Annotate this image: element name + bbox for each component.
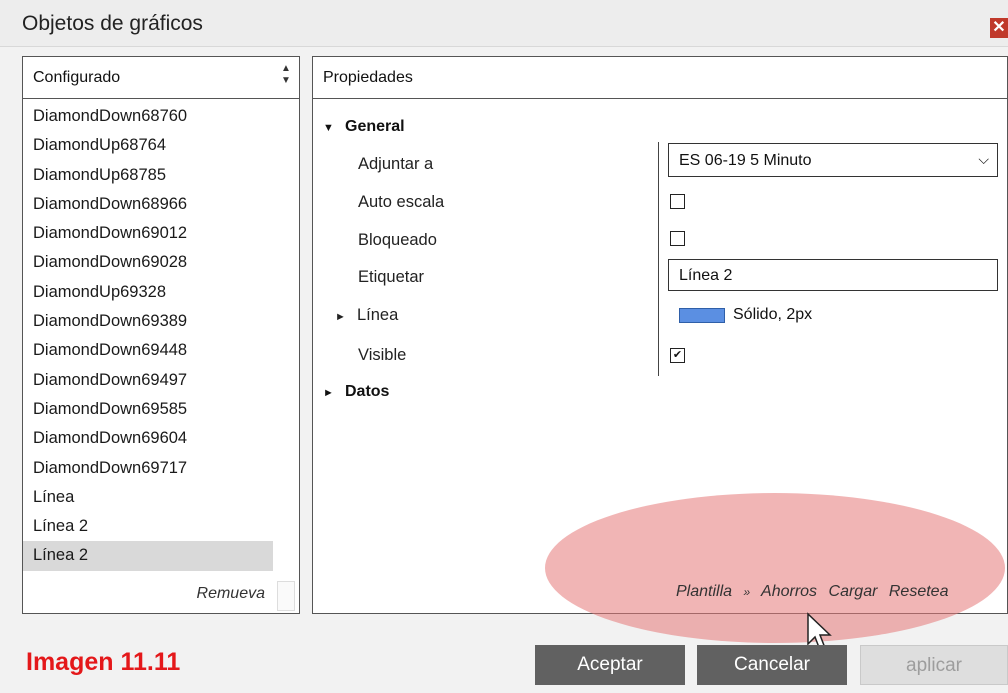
tag-label: Etiquetar (358, 268, 425, 286)
cancel-button[interactable]: Cancelar (697, 645, 847, 685)
locked-checkbox[interactable] (670, 231, 685, 246)
configured-list: DiamondDown68760 DiamondUp68764 DiamondUp6… (23, 102, 273, 571)
list-item[interactable]: Línea 2 (23, 512, 273, 541)
triangle-right-icon: ► (323, 387, 334, 399)
template-links: Plantilla » Ahorros Cargar Resetea (676, 583, 955, 601)
configured-header-label: Configurado (33, 69, 121, 86)
template-save-link[interactable]: Ahorros (761, 583, 817, 600)
figure-caption: Imagen 11.11 (26, 648, 181, 676)
line-color-swatch[interactable] (679, 308, 725, 323)
close-icon[interactable]: ✕ (990, 18, 1008, 38)
highlight-ellipse (545, 493, 1005, 643)
template-load-link[interactable]: Cargar (829, 583, 878, 600)
properties-header: Propiedades (313, 57, 1007, 99)
list-item[interactable]: DiamondDown69585 (23, 395, 273, 424)
chevron-down-icon: ⌵ (978, 151, 989, 167)
sort-arrows-icon[interactable]: ▲ ▼ (281, 63, 291, 91)
triangle-down-icon: ▼ (323, 122, 334, 134)
title-bar: Objetos de gráficos ✕ (0, 0, 1008, 47)
list-item[interactable]: Línea (23, 483, 273, 512)
property-divider (658, 142, 659, 376)
general-section-label: General (345, 118, 405, 135)
remove-scroll-stub (277, 581, 295, 611)
line-expander[interactable]: ► Línea (335, 306, 398, 325)
list-item[interactable]: DiamondDown69012 (23, 219, 273, 248)
tag-input[interactable]: Línea 2 (668, 259, 998, 291)
configured-header[interactable]: Configurado ▲ ▼ (23, 57, 299, 99)
list-item[interactable]: Línea 2 (23, 541, 273, 571)
list-item[interactable]: DiamondDown69028 (23, 248, 273, 277)
apply-button[interactable]: aplicar (860, 645, 1008, 685)
remove-button[interactable]: Remueva (197, 585, 265, 603)
attach-label: Adjuntar a (358, 155, 434, 173)
list-item[interactable]: DiamondDown69717 (23, 454, 273, 483)
template-separator: » (743, 585, 751, 599)
line-label: Línea (357, 306, 399, 324)
window-title: Objetos de gráficos (22, 12, 203, 35)
auto-scale-label: Auto escala (358, 193, 445, 211)
list-item[interactable]: DiamondUp69328 (23, 278, 273, 307)
list-item[interactable]: DiamondDown68760 (23, 102, 273, 131)
tag-input-value: Línea 2 (679, 267, 733, 284)
locked-label: Bloqueado (358, 231, 437, 249)
list-item[interactable]: DiamondDown69604 (23, 424, 273, 453)
list-item[interactable]: DiamondDown69497 (23, 366, 273, 395)
attach-select[interactable]: ES 06-19 5 Minuto ⌵ (668, 143, 998, 177)
list-item[interactable]: DiamondDown69389 (23, 307, 273, 336)
accept-button[interactable]: Aceptar (535, 645, 685, 685)
list-item[interactable]: DiamondUp68764 (23, 131, 273, 160)
attach-select-value: ES 06-19 5 Minuto (679, 152, 812, 169)
list-item[interactable]: DiamondUp68785 (23, 161, 273, 190)
visible-label: Visible (358, 346, 407, 364)
remove-row: Remueva (23, 577, 299, 613)
properties-header-label: Propiedades (323, 69, 413, 86)
template-label[interactable]: Plantilla (676, 583, 732, 600)
list-item[interactable]: DiamondDown69448 (23, 336, 273, 365)
configured-objects-panel: Configurado ▲ ▼ DiamondDown68760 DiamondUp… (22, 56, 300, 614)
template-reset-link[interactable]: Resetea (889, 583, 949, 600)
general-section-toggle[interactable]: ▼ General (323, 118, 405, 136)
list-item[interactable]: DiamondDown68966 (23, 190, 273, 219)
visible-checkbox[interactable]: ✔ (670, 348, 685, 363)
triangle-right-icon: ► (335, 311, 346, 323)
line-style-value[interactable]: Sólido, 2px (733, 306, 812, 324)
auto-scale-checkbox[interactable] (670, 194, 685, 209)
data-section-label: Datos (345, 383, 390, 400)
data-section-toggle[interactable]: ► Datos (323, 383, 389, 401)
